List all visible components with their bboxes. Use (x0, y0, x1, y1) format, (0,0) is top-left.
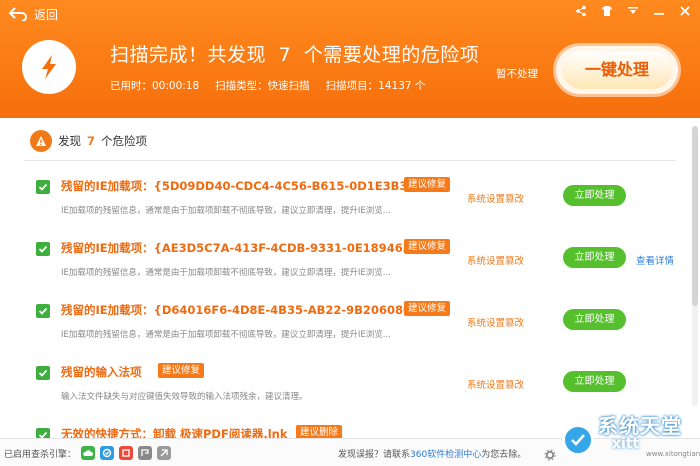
list-item: 残留的IE加载项：{AE3D5C7A-413F-4CDB-9331-0E1894… (36, 239, 686, 300)
menu-icon[interactable] (626, 4, 640, 18)
window-controls (574, 4, 692, 18)
avira-engine-icon[interactable] (138, 446, 153, 460)
item-tag: 建议删除 (296, 425, 343, 438)
fix-now-button[interactable]: 立即处理 (563, 309, 626, 330)
scan-type: 扫描类型：快速扫描 (215, 80, 310, 92)
fix-all-label: 一键处理 (562, 51, 672, 89)
time-used: 已用时：00:00:18 (110, 80, 200, 92)
item-checkbox[interactable] (36, 304, 50, 318)
scrollbar[interactable] (692, 126, 698, 406)
item-category: 系统设置篡改 (467, 318, 525, 329)
page-title: 扫描完成！共发现 7 个需要处理的危险项 (110, 44, 480, 66)
item-category: 系统设置篡改 (467, 194, 525, 205)
item-checkbox[interactable] (36, 366, 50, 380)
share-icon[interactable] (574, 4, 588, 18)
danger-icon (30, 130, 52, 152)
title-count: 7 (278, 44, 292, 66)
fix-now-button[interactable]: 立即处理 (563, 247, 626, 268)
item-checkbox[interactable] (36, 428, 50, 438)
item-tag: 建议修复 (404, 239, 451, 254)
false-positive-report: 发现误报？请联系360软件检测中心为您去除。 (338, 450, 527, 460)
watermark-sub: xitt (612, 436, 640, 452)
watermark-url: www.xitongtiantang.com (646, 450, 700, 458)
scan-items: 扫描项目：14137 个 (325, 80, 426, 92)
divider (24, 160, 676, 161)
fix-now-button[interactable]: 立即处理 (563, 371, 626, 392)
result-summary: 发现 7 个危险项 (30, 130, 147, 152)
back-button[interactable]: 返回 (8, 4, 58, 24)
minimize-icon[interactable] (652, 4, 666, 18)
list-item: 残留的IE加载项：{D64016F6-4D8E-4B35-AB22-9B2060… (36, 301, 686, 362)
detection-center-link[interactable]: 360软件检测中心 (410, 450, 481, 460)
back-arrow-icon (8, 7, 28, 21)
lightning-icon (22, 40, 76, 94)
footer-icons (544, 446, 556, 465)
engine-list: 已启用查杀引擎： (4, 446, 172, 460)
results-panel: 发现 7 个危险项 残留的IE加载项：{5D09DD40-CDC4-4C56-B… (0, 118, 700, 438)
scrollbar-thumb[interactable] (692, 126, 698, 306)
item-tag: 建议修复 (404, 177, 451, 192)
item-name: 残留的IE加载项：{5D09DD40-CDC4-4C56-B615-0D1E3B… (61, 179, 429, 193)
engines-label: 已启用查杀引擎： (4, 449, 77, 460)
item-tag: 建议修复 (158, 363, 205, 378)
watermark-logo-icon (562, 424, 594, 456)
scan-meta: 已用时：00:00:18 扫描类型：快速扫描 扫描项目：14137 个 (110, 78, 425, 93)
item-category: 系统设置篡改 (467, 380, 525, 391)
close-icon[interactable] (678, 4, 692, 18)
header: 返回 扫描完成！共发现 7 个需要处理的危险项 已用时：00:00:18 扫描类… (0, 0, 700, 118)
item-name: 无效的快捷方式：卸载 极速PDF阅读器.lnk (61, 427, 288, 438)
system-repair-engine-icon[interactable] (157, 446, 172, 460)
skin-icon[interactable] (600, 4, 614, 18)
summary-count: 7 (87, 134, 96, 148)
item-checkbox[interactable] (36, 180, 50, 194)
item-desc: IE加载项的残留信息，通常是由于加载项卸载不彻底导致，建议立即清理，提升IE浏览… (61, 330, 391, 340)
watermark-text: 系统天堂 (598, 414, 682, 438)
item-checkbox[interactable] (36, 242, 50, 256)
item-desc: 输入法文件缺失与对应键值失效导致的输入法项残余，建议清理。 (61, 392, 308, 402)
ignore-link[interactable]: 暂不处理 (496, 66, 538, 81)
item-tag: 建议修复 (404, 301, 451, 316)
item-desc: IE加载项的残留信息，通常是由于加载项卸载不彻底导致，建议立即清理，提升IE浏览… (61, 268, 391, 278)
site-watermark: 系统天堂 xitt www.xitongtiantang.com (562, 406, 700, 462)
cloud-engine-icon[interactable] (81, 446, 96, 460)
item-name: 残留的输入法项 (61, 365, 142, 379)
item-name: 残留的IE加载项：{D64016F6-4D8E-4B35-AB22-9B2060… (61, 303, 433, 317)
item-desc: IE加载项的残留信息，通常是由于加载项卸载不彻底导致，建议立即清理，提升IE浏览… (61, 206, 391, 216)
fix-all-button[interactable]: 一键处理 (556, 46, 678, 94)
bitdefender-engine-icon[interactable] (119, 446, 134, 460)
list-item: 残留的IE加载项：{5D09DD40-CDC4-4C56-B615-0D1E3B… (36, 177, 686, 238)
item-category: 系统设置篡改 (467, 256, 525, 267)
fix-now-button[interactable]: 立即处理 (563, 185, 626, 206)
settings-icon[interactable] (544, 446, 556, 465)
view-details-link[interactable]: 查看详情 (636, 253, 674, 267)
back-label: 返回 (34, 7, 59, 22)
item-name: 残留的IE加载项：{AE3D5C7A-413F-4CDB-9331-0E1894… (61, 241, 432, 255)
qvm-engine-icon[interactable] (100, 446, 115, 460)
